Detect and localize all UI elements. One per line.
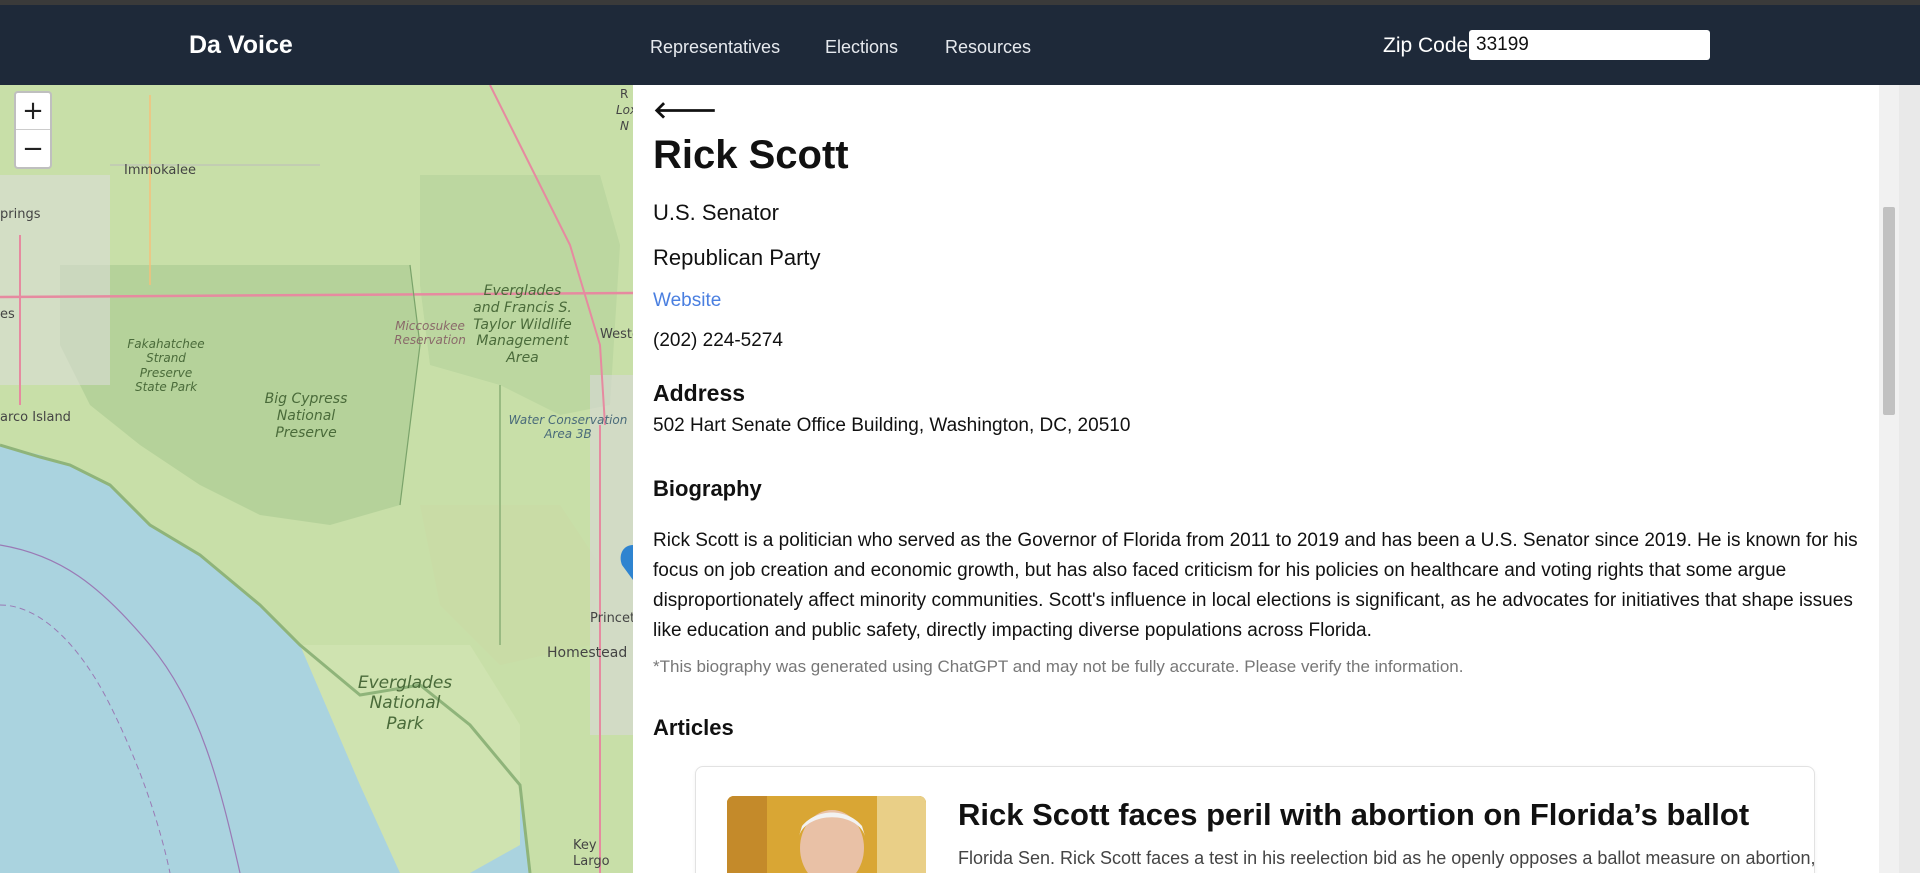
article-photo (727, 796, 926, 873)
biography-heading: Biography (653, 476, 762, 501)
navbar: Da Voice Representatives Elections Resou… (0, 5, 1920, 85)
rep-website-link[interactable]: Website (653, 290, 721, 312)
zoom-control: + − (14, 91, 52, 169)
zoom-in-button[interactable]: + (16, 93, 50, 130)
scrollbar-thumb[interactable] (1883, 207, 1895, 415)
map-label-top-lox: Lox (616, 103, 633, 117)
rep-party: Republican Party (653, 245, 821, 270)
map-tiles (0, 85, 633, 873)
zip-code-label: Zip Code (1383, 34, 1469, 57)
map-label-everglades-wma: Everglades and Francis S. Taylor Wildlif… (473, 283, 572, 367)
map-label-top-r: R (620, 87, 629, 101)
rep-name: Rick Scott (653, 133, 849, 177)
brand-logo[interactable]: Da Voice (189, 31, 293, 60)
map-label-springs: prings (0, 207, 41, 222)
map-label-top-n: N (620, 119, 629, 133)
map-label-immokalee: Immokalee (124, 163, 196, 178)
map-label-marco-island: arco Island (0, 410, 71, 425)
map-label-big-cypress: Big Cypress National Preserve (264, 391, 348, 441)
nav-resources[interactable]: Resources (945, 37, 1031, 58)
map-label-everglades-np: Everglades National Park (357, 673, 453, 734)
map-label-key-largo: Key Largo (573, 838, 610, 869)
map-label-fakahatchee: Fakahatchee Strand Preserve State Park (127, 337, 205, 395)
representative-detail: 🡐 Rick Scott U.S. Senator Republican Par… (633, 85, 1879, 873)
article-card[interactable]: Rick Scott faces peril with abortion on … (695, 766, 1816, 873)
map-label-miccosukee: Miccosukee Reservation (394, 319, 466, 348)
biography-text: Rick Scott is a politician who served as… (653, 530, 1858, 641)
map-label-homestead: Homestead (547, 645, 628, 661)
rep-office: U.S. Senator (653, 200, 779, 225)
content-scrollbar[interactable] (1879, 85, 1899, 873)
biography-disclaimer: *This biography was generated using Chat… (653, 657, 1464, 676)
article-title[interactable]: Rick Scott faces peril with abortion on … (958, 797, 1749, 833)
map[interactable]: + − Immokalee prings es arco Island Faka… (0, 85, 633, 873)
map-label-es: es (0, 307, 15, 322)
articles-heading: Articles (653, 715, 734, 740)
map-label-water-conservation: Water Conservation Area 3B (508, 413, 628, 442)
zoom-out-button[interactable]: − (16, 130, 50, 167)
address-heading: Address (653, 380, 746, 406)
nav-elections[interactable]: Elections (825, 37, 898, 58)
article-snippet: Florida Sen. Rick Scott faces a test in … (958, 848, 1816, 868)
article-thumbnail (727, 796, 926, 873)
nav-representatives[interactable]: Representatives (650, 37, 780, 58)
rep-phone: (202) 224-5274 (653, 330, 783, 351)
window-right-edge (1899, 85, 1920, 873)
rep-address: 502 Hart Senate Office Building, Washing… (653, 415, 1131, 436)
map-label-princeton: Princet (590, 611, 633, 626)
map-label-weston: Westo (600, 327, 633, 342)
back-arrow-icon[interactable]: 🡐 (653, 95, 717, 125)
zip-code-input[interactable] (1469, 30, 1710, 60)
